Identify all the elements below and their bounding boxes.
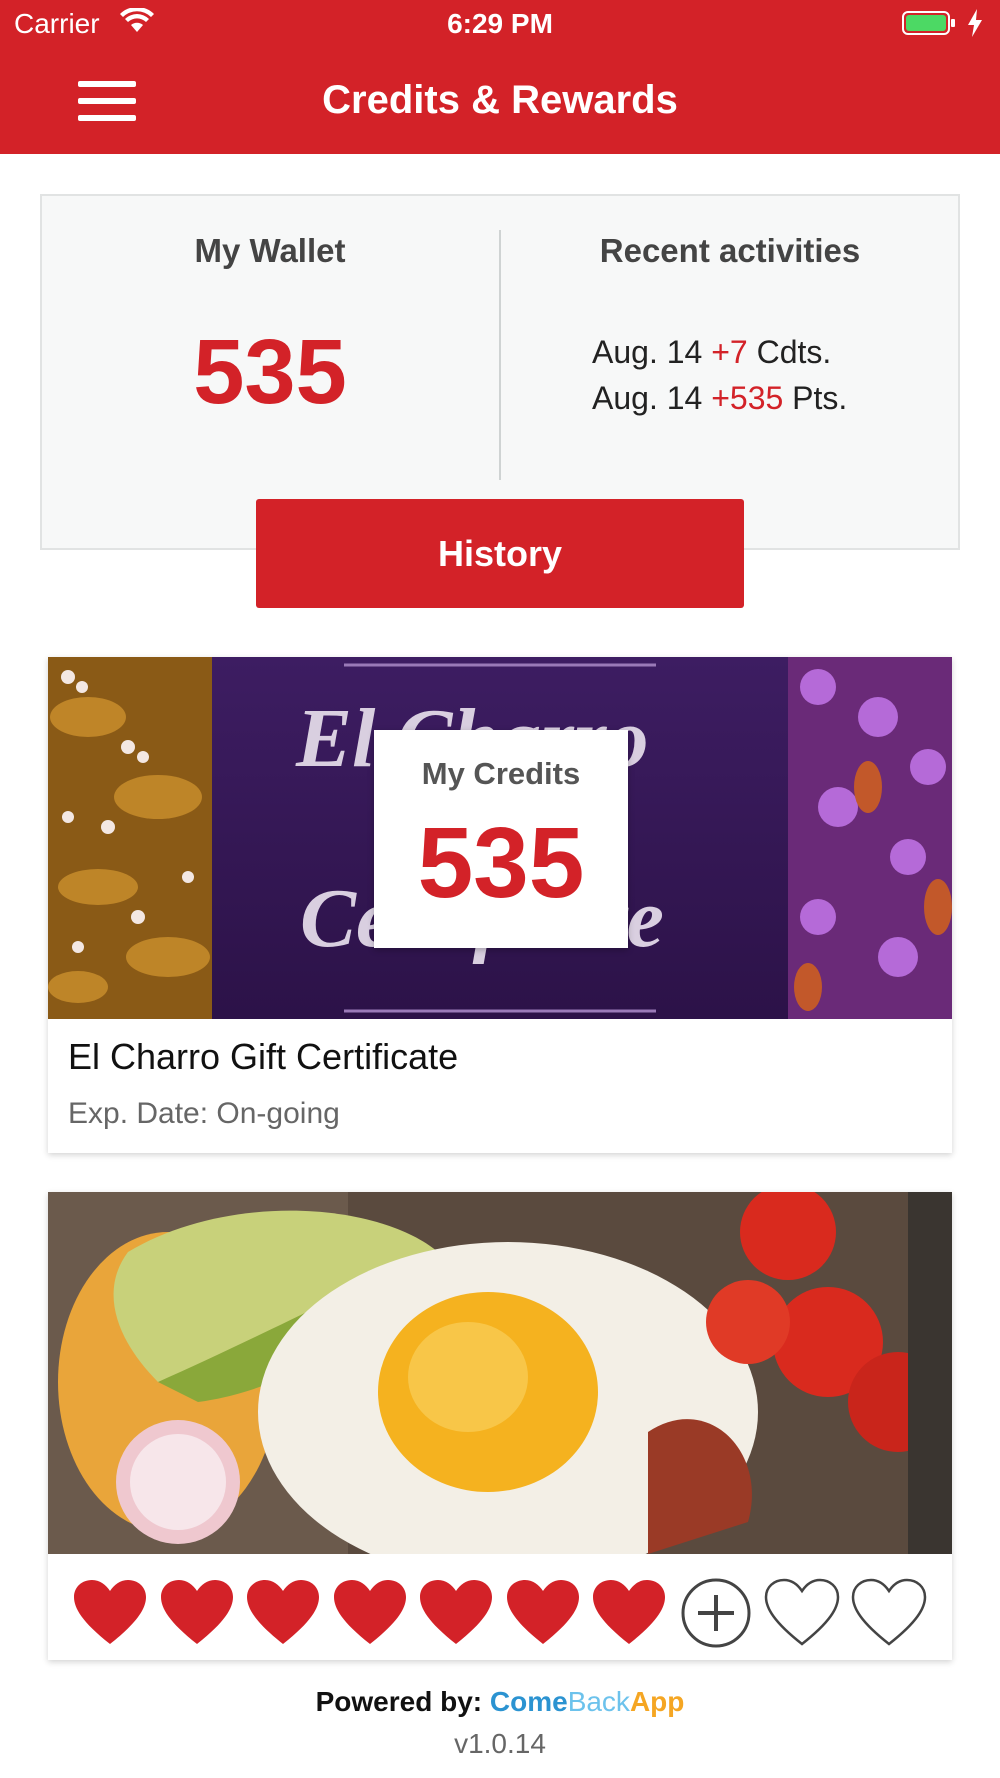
activity-amount: +7	[711, 334, 748, 370]
wallet-title: My Wallet	[194, 232, 346, 269]
heart-filled-icon	[420, 1580, 492, 1644]
history-button[interactable]: History	[256, 499, 744, 608]
heart-filled-icon	[160, 1580, 233, 1644]
heart-filled-icon	[247, 1580, 319, 1644]
certificate-expiry: Exp. Date: On-going	[68, 1097, 340, 1130]
battery-icon	[902, 11, 955, 35]
activity-unit: Cdts.	[756, 334, 832, 370]
app-version: v1.0.14	[454, 1728, 546, 1759]
heart-empty-icon	[764, 1578, 840, 1646]
my-credits-label: My Credits	[421, 756, 581, 791]
add-reward-icon[interactable]	[678, 1578, 754, 1648]
recent-activities-title: Recent activities	[599, 232, 861, 269]
heart-filled-icon	[506, 1580, 579, 1644]
status-bar: Carrier 6:29 PM	[0, 0, 1000, 50]
food-photo	[48, 1192, 952, 1554]
certificate-name: El Charro Gift Certificate	[68, 1036, 459, 1077]
activity-date: Aug. 14	[592, 334, 703, 370]
activity-row: Aug. 14 +535 Pts.	[592, 380, 847, 417]
heart-filled-icon	[333, 1580, 406, 1644]
activity-amount: +535	[711, 380, 784, 416]
brand-part-2: Back	[567, 1686, 630, 1717]
my-credits-value: 535	[417, 807, 585, 919]
heart-empty-icon	[851, 1578, 926, 1646]
charging-icon	[968, 9, 982, 37]
activity-row: Aug. 14 +7 Cdts.	[592, 334, 831, 371]
brand-part-3: App	[629, 1686, 685, 1717]
status-time: 6:29 PM	[447, 8, 553, 39]
activity-unit: Pts.	[792, 380, 848, 416]
heart-filled-icon	[593, 1580, 665, 1644]
brand-part-1: Come	[489, 1686, 568, 1717]
powered-by: Powered by: ComeBackApp	[0, 1686, 1000, 1718]
heart-filled-icon	[74, 1580, 146, 1644]
wallet-value: 535	[193, 321, 347, 423]
powered-by-label: Powered by:	[315, 1686, 483, 1717]
activity-date: Aug. 14	[592, 380, 703, 416]
page-title: Credits & Rewards	[322, 78, 678, 122]
